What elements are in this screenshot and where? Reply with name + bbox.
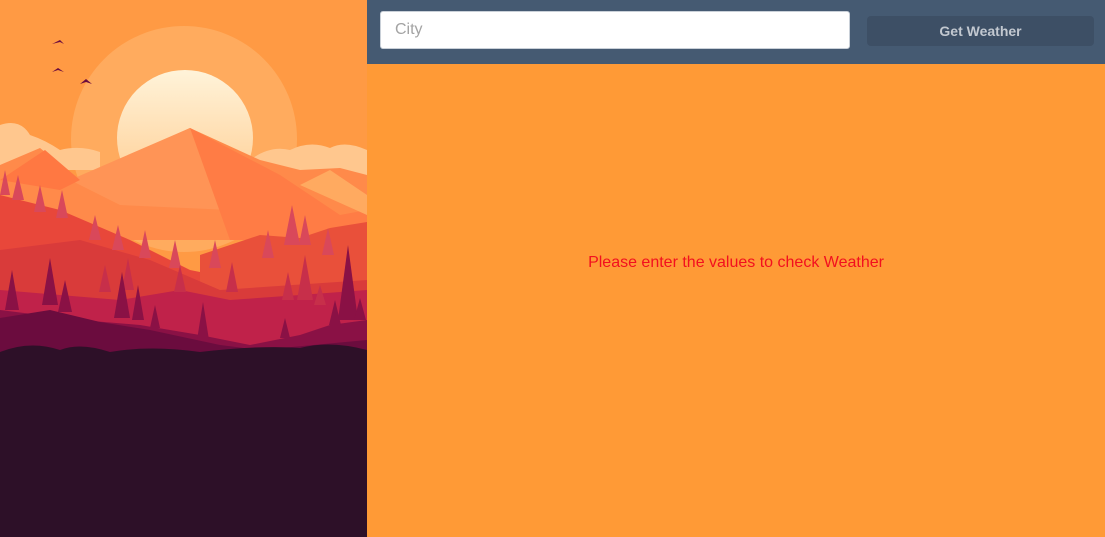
status-message: Please enter the values to check Weather: [588, 254, 884, 271]
weather-app: Get Weather Please enter the values to c…: [0, 0, 1105, 537]
search-toolbar: Get Weather: [367, 0, 1105, 64]
sunset-mountains-image: [0, 0, 367, 537]
get-weather-button[interactable]: Get Weather: [867, 16, 1094, 46]
landscape-illustration: [0, 0, 367, 537]
weather-content-panel: Get Weather Please enter the values to c…: [367, 0, 1105, 537]
city-input[interactable]: [380, 11, 850, 49]
